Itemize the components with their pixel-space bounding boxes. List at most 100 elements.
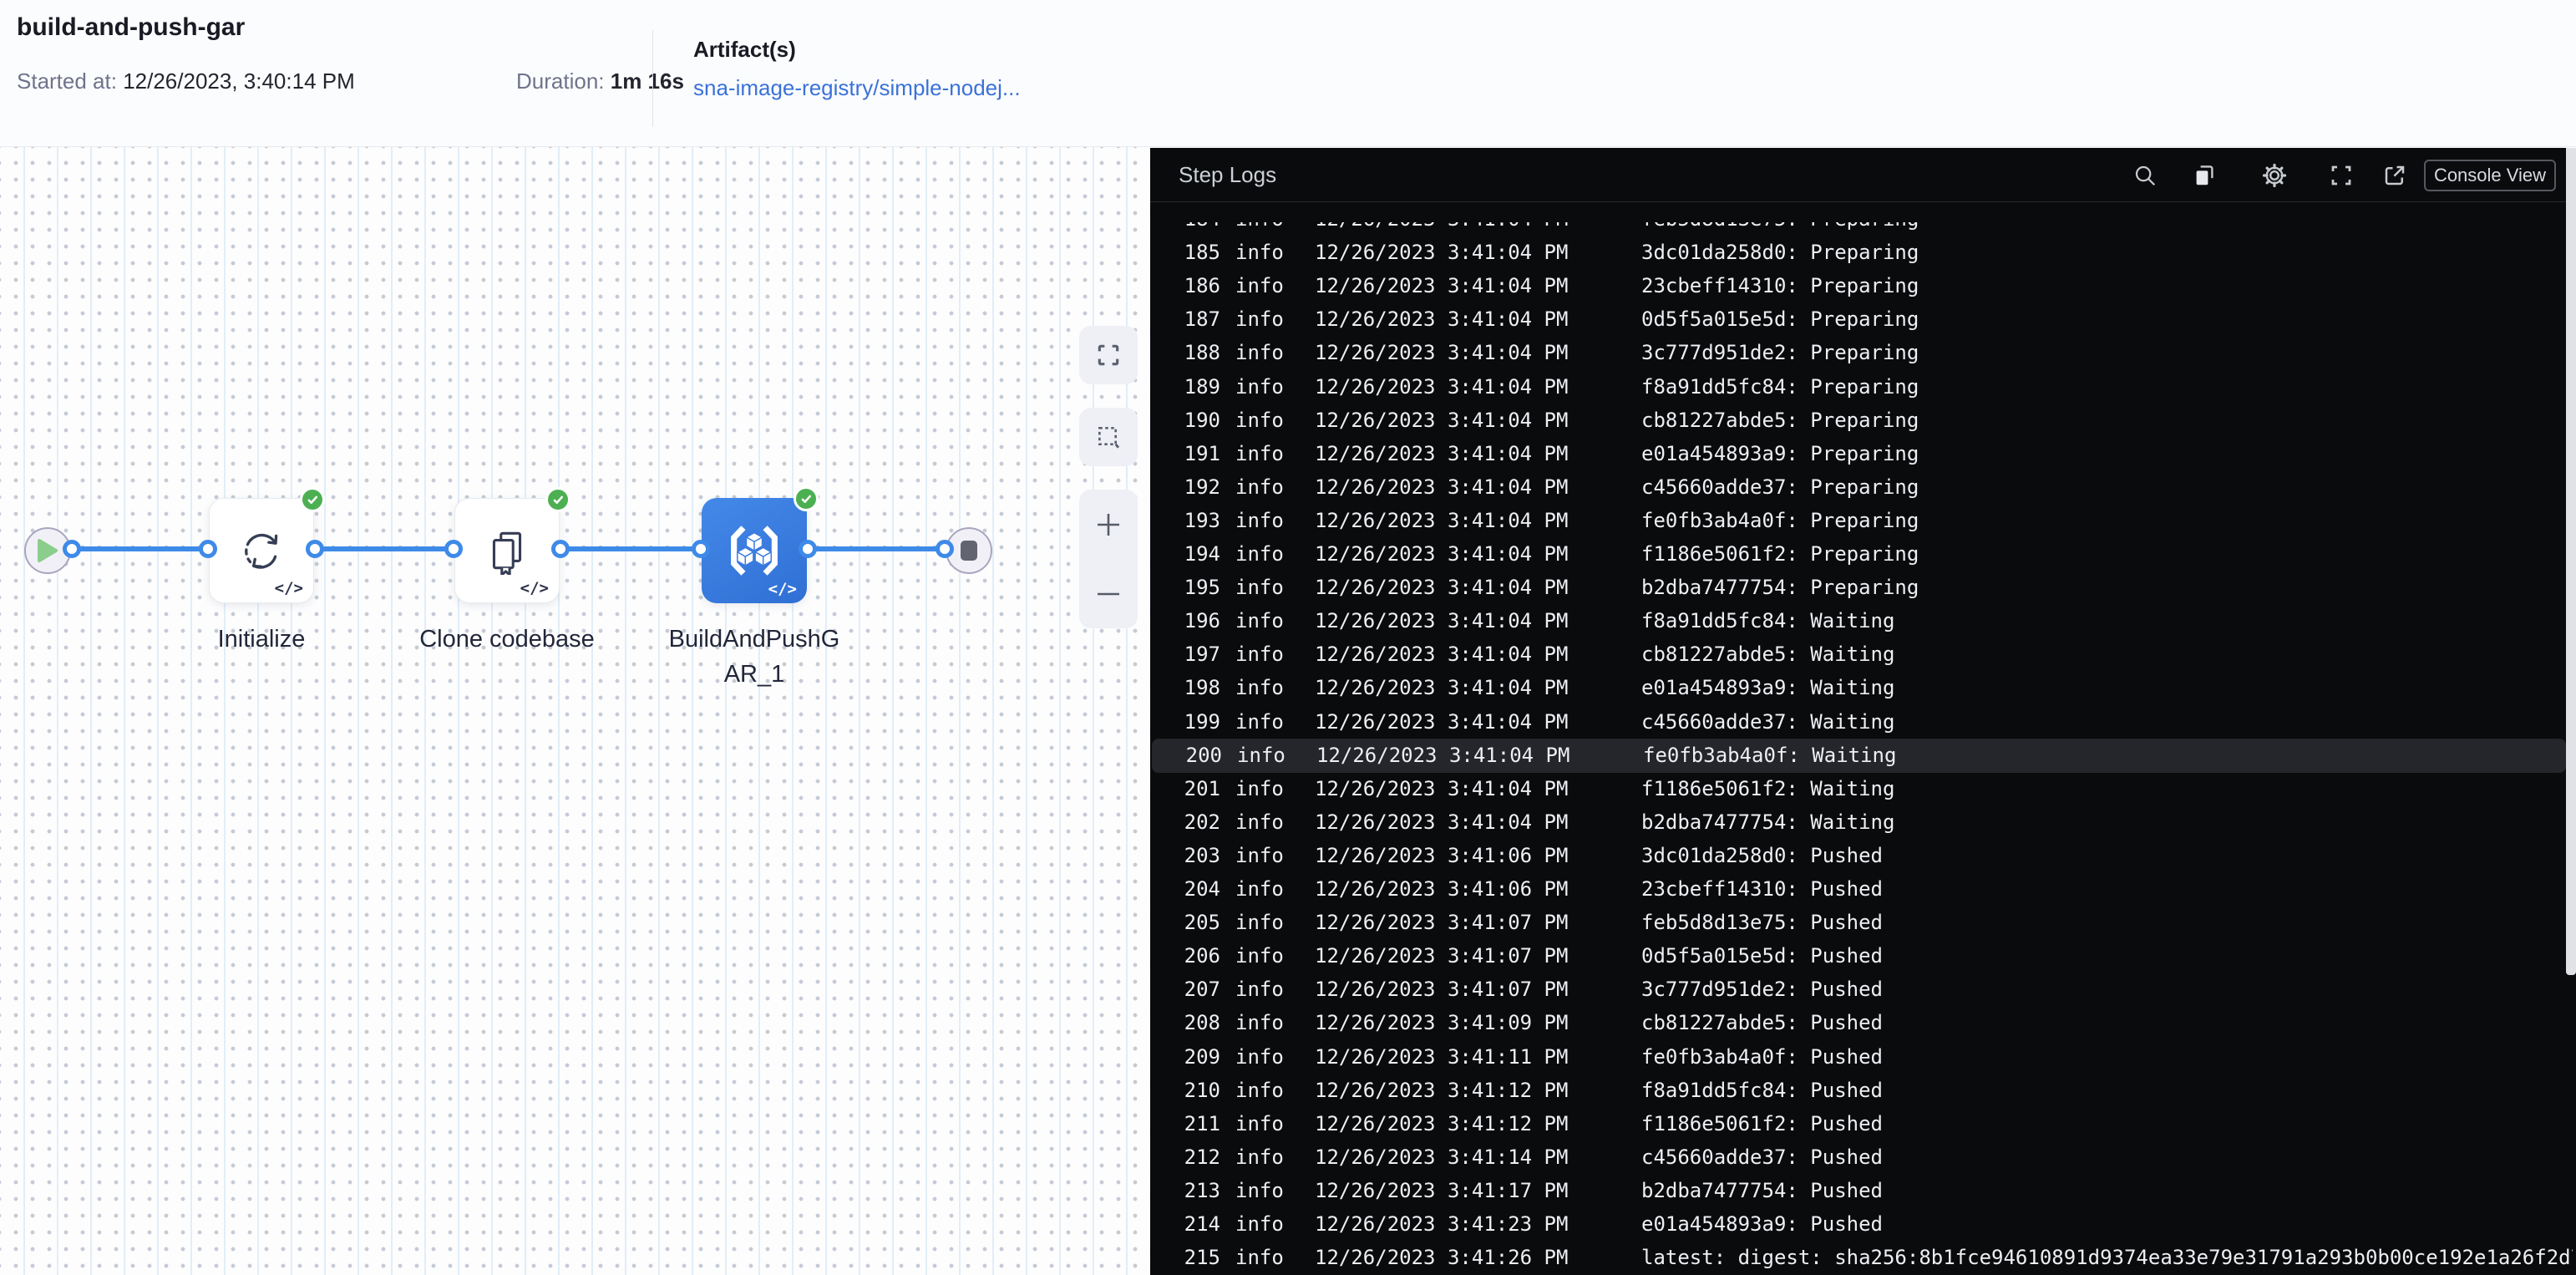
- log-row: 193 info 12/26/2023 3:41:04 PM fe0fb3ab4a0f…: [1150, 504, 2576, 538]
- log-line-number: 194: [1184, 542, 1220, 566]
- log-row: 191 info 12/26/2023 3:41:04 PM e01a454893a9…: [1150, 437, 2576, 471]
- log-level: info: [1235, 1145, 1284, 1169]
- log-row: 189 info 12/26/2023 3:41:04 PM f8a91dd5fc84…: [1150, 370, 2576, 404]
- log-line-number: 197: [1184, 643, 1220, 667]
- log-timestamp: 12/26/2023 3:41:04 PM: [1315, 542, 1569, 566]
- copy-icon: [2196, 165, 2213, 185]
- log-level: info: [1235, 1078, 1284, 1102]
- log-timestamp: 12/26/2023 3:41:06 PM: [1315, 843, 1569, 867]
- copy-pages-icon: [492, 531, 522, 575]
- log-level: info: [1235, 576, 1284, 600]
- log-timestamp: 12/26/2023 3:41:14 PM: [1315, 1145, 1569, 1169]
- port[interactable]: [692, 540, 710, 558]
- step-node-build-and-push-gar[interactable]: </>: [702, 486, 819, 603]
- stop-icon: [961, 541, 977, 561]
- marquee-select-icon: [1098, 427, 1120, 449]
- log-line-number: 198: [1184, 676, 1220, 700]
- log-line-number: 204: [1184, 877, 1220, 901]
- step-node-clone-codebase[interactable]: </>: [454, 487, 570, 603]
- log-line-number: 193: [1184, 508, 1220, 532]
- log-message: f8a91dd5fc84: Waiting: [1641, 609, 1895, 633]
- node-label-build-and-push-gar: BuildAndPushG AR_1: [668, 626, 840, 688]
- log-level: info: [1235, 1044, 1284, 1069]
- log-row: 196 info 12/26/2023 3:41:04 PM f8a91dd5fc84…: [1150, 604, 2576, 638]
- log-row: 208 info 12/26/2023 3:41:09 PM cb81227abde5…: [1150, 1006, 2576, 1040]
- node-label-clone-codebase: Clone codebase: [419, 626, 595, 653]
- log-message: b2dba7477754: Pushed: [1641, 1178, 1883, 1202]
- log-row: 213 info 12/26/2023 3:41:17 PM b2dba7477754…: [1150, 1174, 2576, 1208]
- log-row: 205 info 12/26/2023 3:41:07 PM feb5d8d13e75…: [1150, 906, 2576, 940]
- port[interactable]: [444, 540, 463, 558]
- log-message: e01a454893a9: Preparing: [1641, 441, 1919, 465]
- log-message: latest: digest: sha256:8b1fce94610891d93…: [1641, 1246, 2573, 1270]
- log-search-button[interactable]: [2130, 160, 2160, 190]
- log-row: 185 info 12/26/2023 3:41:04 PM 3dc01da258d0…: [1150, 236, 2576, 270]
- log-message: fe0fb3ab4a0f: Waiting: [1643, 743, 1897, 767]
- log-message: cb81227abde5: Waiting: [1641, 643, 1895, 667]
- log-timestamp: 12/26/2023 3:41:11 PM: [1315, 1044, 1569, 1069]
- log-message: f8a91dd5fc84: Preparing: [1641, 374, 1919, 399]
- code-icon: </>: [520, 579, 549, 597]
- log-level: info: [1235, 676, 1284, 700]
- log-level: info: [1235, 1246, 1284, 1270]
- log-timestamp: 12/26/2023 3:41:04 PM: [1315, 307, 1569, 332]
- duration-value: 1m 16s: [610, 69, 684, 94]
- log-row: 207 info 12/26/2023 3:41:07 PM 3c777d951de2…: [1150, 973, 2576, 1007]
- log-row: 192 info 12/26/2023 3:41:04 PM c45660adde37…: [1150, 470, 2576, 505]
- log-level: info: [1235, 944, 1284, 968]
- log-timestamp: 12/26/2023 3:41:07 PM: [1315, 978, 1569, 1002]
- pipeline-canvas[interactable]: </> </> </> Initialize Clone codebase Bu…: [0, 147, 1150, 1275]
- log-row: 195 info 12/26/2023 3:41:04 PM b2dba7477754…: [1150, 571, 2576, 605]
- log-message: 23cbeff14310: Pushed: [1641, 877, 1883, 901]
- port[interactable]: [306, 540, 324, 558]
- log-row: 212 info 12/26/2023 3:41:14 PM c45660adde37…: [1150, 1140, 2576, 1175]
- log-fullscreen-button[interactable]: [2326, 160, 2356, 190]
- log-line-number: 200: [1185, 743, 1222, 767]
- canvas-marquee-select-button[interactable]: [1079, 408, 1138, 466]
- log-timestamp: 12/26/2023 3:41:04 PM: [1315, 776, 1569, 800]
- log-row: 194 info 12/26/2023 3:41:04 PM f1186e5061f2…: [1150, 537, 2576, 571]
- log-settings-button[interactable]: [2259, 160, 2289, 190]
- expand-icon: [1098, 344, 1119, 366]
- log-line-number: 199: [1184, 709, 1220, 734]
- log-row: 190 info 12/26/2023 3:41:04 PM cb81227abde5…: [1150, 404, 2576, 438]
- port[interactable]: [936, 540, 954, 558]
- step-node-initialize[interactable]: </>: [209, 487, 325, 603]
- log-row: 203 info 12/26/2023 3:41:06 PM 3dc01da258d0…: [1150, 839, 2576, 873]
- log-line-number: 205: [1184, 911, 1220, 935]
- log-level: info: [1235, 207, 1284, 231]
- log-level: info: [1235, 1111, 1284, 1135]
- duration-label: Duration:: [516, 69, 605, 94]
- log-message: b2dba7477754: Waiting: [1641, 810, 1895, 834]
- zoom-in-button[interactable]: [1079, 490, 1138, 559]
- log-message: feb5d8d13e75: Pushed: [1641, 911, 1883, 935]
- log-open-in-new-button[interactable]: [2380, 160, 2410, 190]
- log-row: 200 info 12/26/2023 3:41:04 PM fe0fb3ab4a0f…: [1152, 738, 2566, 773]
- search-icon: [2135, 165, 2156, 186]
- log-level: info: [1237, 743, 1285, 767]
- step-logs-panel: 184 info 12/26/2023 3:41:04 PM feb5d8d13e75…: [1150, 148, 2576, 1275]
- canvas-fullscreen-button[interactable]: [1079, 326, 1138, 384]
- log-scrollbar[interactable]: [2566, 148, 2576, 975]
- started-label: Started at:: [17, 69, 117, 94]
- log-level: info: [1235, 508, 1284, 532]
- log-message: c45660adde37: Pushed: [1641, 1145, 1883, 1169]
- console-view-button[interactable]: Console View: [2424, 160, 2556, 191]
- zoom-out-button[interactable]: [1079, 559, 1138, 628]
- port[interactable]: [199, 540, 217, 558]
- log-line-number: 196: [1184, 609, 1220, 633]
- log-timestamp: 12/26/2023 3:41:04 PM: [1315, 374, 1569, 399]
- artifact-link[interactable]: sna-image-registry/simple-nodej...: [693, 75, 1021, 101]
- log-message: fe0fb3ab4a0f: Pushed: [1641, 1044, 1883, 1069]
- log-copy-button[interactable]: [2189, 160, 2219, 190]
- log-line-number: 211: [1184, 1111, 1220, 1135]
- log-message: 23cbeff14310: Preparing: [1641, 274, 1919, 298]
- port[interactable]: [799, 540, 817, 558]
- minus-icon: [1098, 592, 1119, 595]
- port[interactable]: [551, 540, 570, 558]
- log-line-number: 208: [1184, 1011, 1220, 1035]
- log-timestamp: 12/26/2023 3:41:04 PM: [1315, 241, 1569, 265]
- port[interactable]: [63, 540, 81, 558]
- log-row: 206 info 12/26/2023 3:41:07 PM 0d5f5a015e5d…: [1150, 939, 2576, 973]
- status-success-icon: [300, 487, 325, 512]
